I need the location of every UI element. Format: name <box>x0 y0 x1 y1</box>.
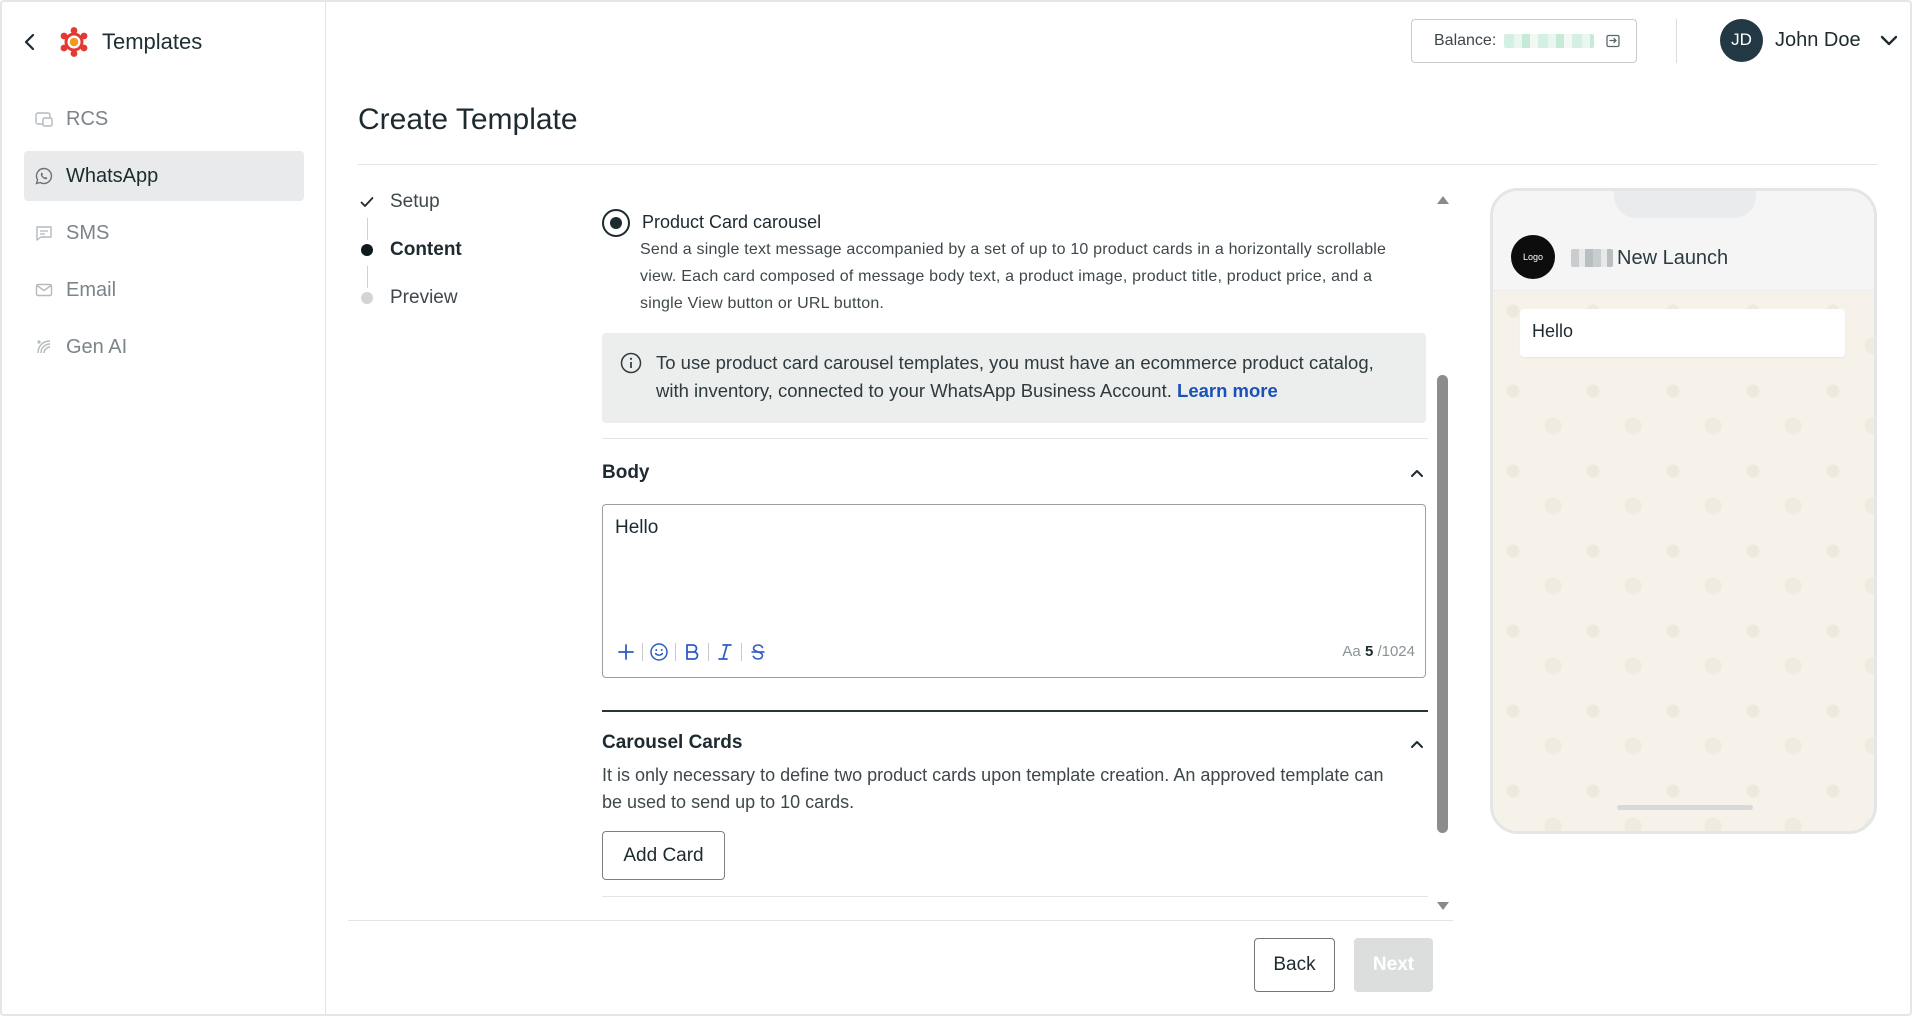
sidebar-item-label: RCS <box>66 107 109 130</box>
phone-notch <box>1614 191 1756 218</box>
step-label: Preview <box>390 287 458 308</box>
step-active-dot <box>361 244 373 256</box>
sidebar-item-sms[interactable]: SMS <box>24 208 304 258</box>
radio-selected-dot <box>610 217 622 229</box>
step-preview[interactable]: Preview <box>358 286 458 310</box>
step-connector <box>367 266 368 288</box>
step-label: Setup <box>390 191 440 212</box>
toolbar-divider <box>741 643 742 661</box>
add-variable-button[interactable] <box>615 641 637 663</box>
toolbar-divider <box>642 643 643 661</box>
user-menu[interactable]: JD John Doe <box>1720 18 1899 62</box>
add-card-button[interactable]: Add Card <box>602 831 725 880</box>
page-title: Create Template <box>358 103 578 136</box>
emoji-icon <box>650 643 668 661</box>
back-button[interactable]: Back <box>1254 938 1335 992</box>
character-counter: Aa 5 /1024 <box>1342 643 1415 660</box>
body-section-title: Body <box>602 462 650 483</box>
chevron-down-icon[interactable] <box>1879 30 1899 50</box>
carousel-section-title: Carousel Cards <box>602 732 743 753</box>
sidebar: Templates RCS WhatsApp SMS Email Gen AI <box>0 0 326 1016</box>
footer-divider <box>348 920 1453 921</box>
business-name: New Launch <box>1617 247 1729 269</box>
strikethrough-icon <box>751 644 765 660</box>
rcs-icon <box>35 112 53 127</box>
next-button[interactable]: Next <box>1354 938 1433 992</box>
chevron-up-icon[interactable] <box>1408 464 1426 482</box>
business-logo: Logo <box>1511 235 1555 279</box>
info-banner: To use product card carousel templates, … <box>602 333 1426 423</box>
bold-icon <box>686 644 699 660</box>
italic-button[interactable] <box>714 641 736 663</box>
back-chevron-icon[interactable] <box>20 32 40 52</box>
phone-home-bar <box>1617 805 1753 810</box>
info-icon <box>620 352 642 374</box>
sidebar-item-whatsapp[interactable]: WhatsApp <box>24 151 304 201</box>
step-pending-mark <box>358 292 376 304</box>
toolbar-divider <box>708 643 709 661</box>
section-divider <box>602 896 1428 897</box>
header-divider <box>1676 19 1677 63</box>
user-name: John Doe <box>1775 28 1861 51</box>
product-card-carousel-option[interactable]: Product Card carousel <box>602 209 821 237</box>
message-bubble: Hello <box>1520 309 1845 357</box>
step-label: Content <box>390 239 462 260</box>
step-connector <box>367 218 368 240</box>
bold-button[interactable] <box>681 641 703 663</box>
sidebar-item-gen-ai[interactable]: Gen AI <box>24 322 304 372</box>
email-icon <box>35 283 53 297</box>
section-divider <box>602 710 1428 712</box>
learn-more-link[interactable]: Learn more <box>1177 380 1278 401</box>
step-setup[interactable]: Setup <box>358 190 440 214</box>
step-content[interactable]: Content <box>358 238 462 262</box>
toolbar-divider <box>675 643 676 661</box>
sidebar-item-email[interactable]: Email <box>24 265 304 315</box>
gen-ai-icon <box>37 340 51 354</box>
sidebar-item-label: Email <box>66 278 117 301</box>
chevron-up-icon[interactable] <box>1408 735 1426 753</box>
whatsapp-icon <box>35 167 53 185</box>
option-title: Product Card carousel <box>642 212 822 232</box>
balance-value-redacted <box>1504 34 1595 48</box>
sidebar-item-label: Gen AI <box>66 335 128 358</box>
checkmark-icon <box>360 197 374 207</box>
sidebar-item-rcs[interactable]: RCS <box>24 94 304 144</box>
balance-label: Balance: <box>1434 32 1497 49</box>
radio-button[interactable] <box>602 209 630 237</box>
step-done-mark <box>358 196 376 208</box>
section-divider <box>602 438 1428 439</box>
step-pending-dot <box>361 292 373 304</box>
scroll-up-arrow-icon[interactable] <box>1436 194 1450 206</box>
italic-icon <box>718 644 732 660</box>
brand-logo-icon <box>60 27 88 57</box>
chat-area: Hello <box>1493 291 1874 831</box>
scrollbar-thumb[interactable] <box>1437 375 1448 833</box>
body-editor[interactable]: Hello Aa 5 /1024 <box>602 504 1426 678</box>
strikethrough-button[interactable] <box>747 641 769 663</box>
sidebar-item-label: WhatsApp <box>66 164 159 187</box>
carousel-description: It is only necessary to define two produ… <box>602 765 1384 812</box>
balance-widget[interactable]: Balance: <box>1411 19 1637 63</box>
emoji-button[interactable] <box>648 641 670 663</box>
counter-current: 5 <box>1364 643 1374 660</box>
phone-preview: Logo New Launch Hello <box>1490 188 1877 834</box>
body-input[interactable]: Hello <box>615 517 658 539</box>
business-name-redacted <box>1571 249 1613 267</box>
sidebar-item-label: SMS <box>66 221 110 244</box>
sidebar-title: Templates <box>102 29 203 54</box>
counter-max: /1024 <box>1377 643 1415 660</box>
plus-icon <box>618 644 634 660</box>
scroll-down-arrow-icon[interactable] <box>1436 900 1450 912</box>
counter-prefix: Aa <box>1342 643 1361 660</box>
sidebar-nav: RCS WhatsApp SMS Email Gen AI <box>24 94 304 379</box>
sms-icon <box>36 226 52 241</box>
format-toolbar <box>615 641 769 663</box>
option-description: Send a single text message accompanied b… <box>640 241 1387 312</box>
title-divider <box>358 164 1878 165</box>
refresh-balance-icon[interactable] <box>1604 32 1622 50</box>
sidebar-header: Templates <box>20 22 202 62</box>
avatar: JD <box>1720 18 1763 62</box>
step-active-mark <box>358 244 376 256</box>
